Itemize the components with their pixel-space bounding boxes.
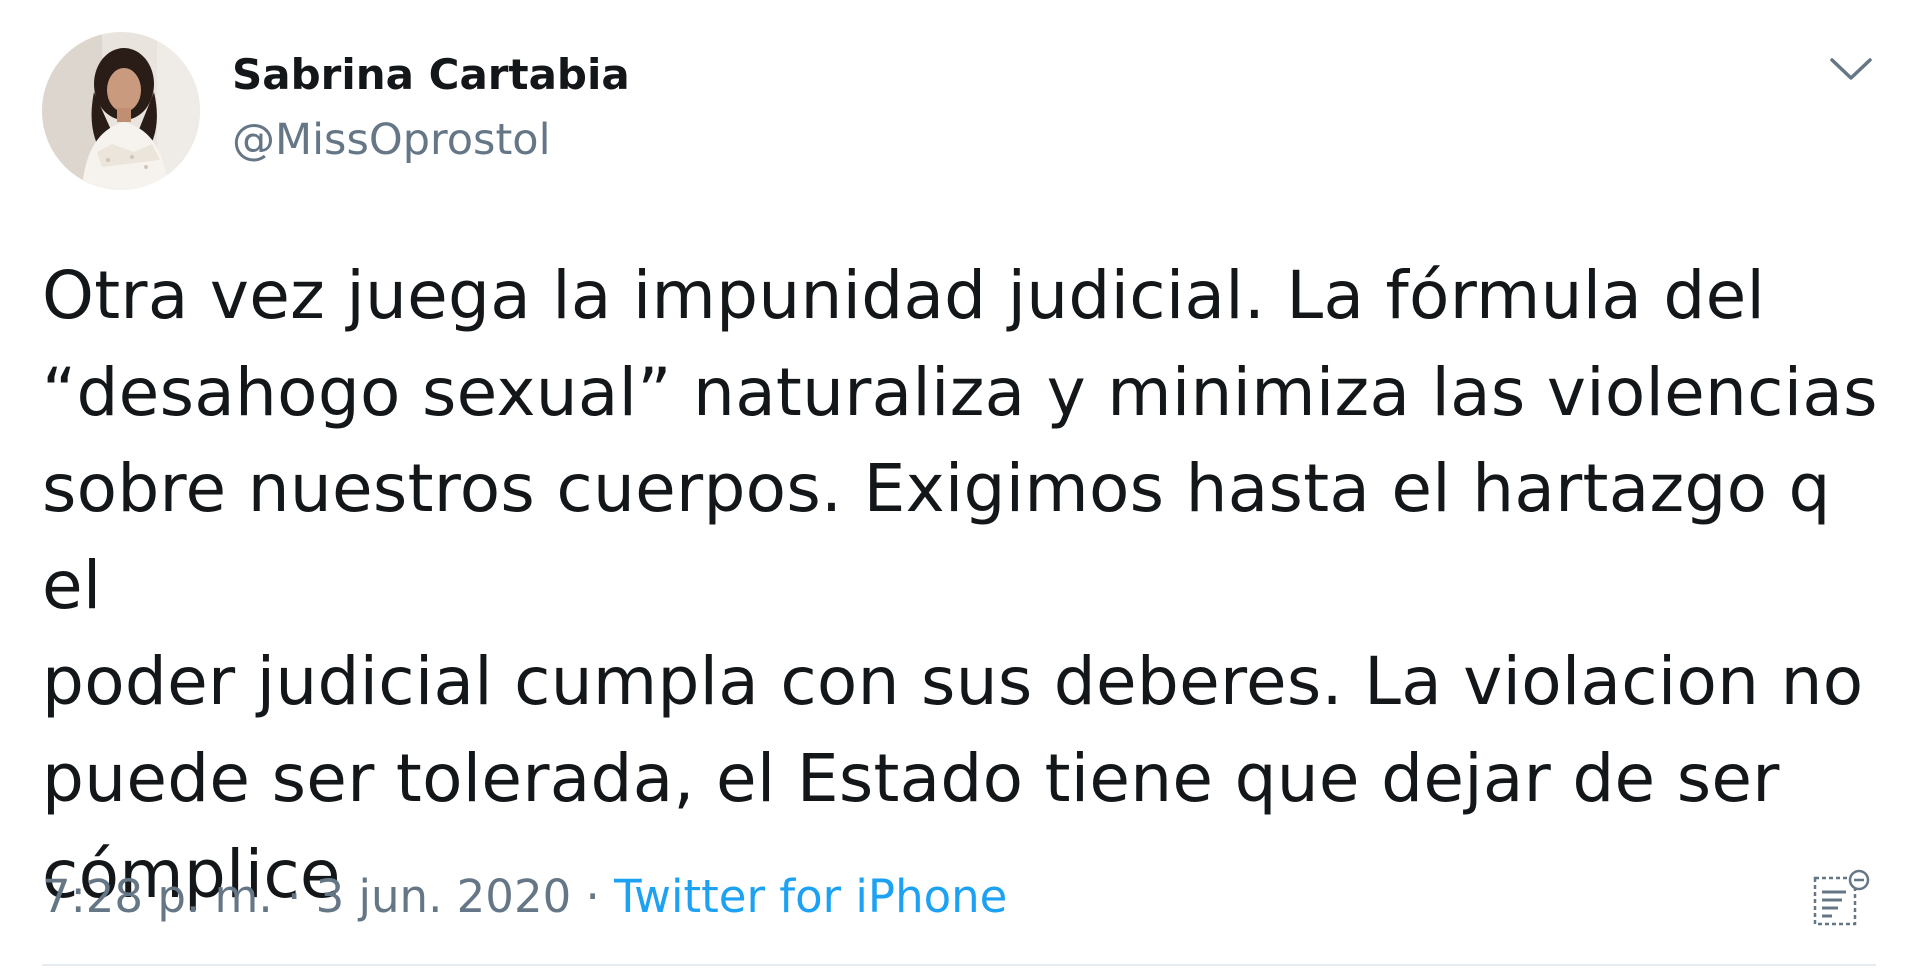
user-handle[interactable]: @MissOprostol [232,115,551,165]
analytics-icon[interactable] [1812,868,1872,930]
avatar[interactable] [42,32,200,190]
tweet-source-link[interactable]: Twitter for iPhone [614,870,1007,923]
tweet-date[interactable]: 3 jun. 2020 [316,870,572,923]
user-display-name[interactable]: Sabrina Cartabia [232,50,630,99]
divider [42,964,1876,966]
avatar-image [42,32,200,190]
tweet-card: Sabrina Cartabia @MissOprostol Otra vez … [0,0,1920,977]
meta-separator: · [272,870,316,923]
tweet-time[interactable]: 7:28 p. m. [42,870,273,923]
tweet-text: Otra vez juega la impunidad judicial. La… [42,257,1878,913]
chevron-down-icon[interactable] [1826,52,1876,86]
meta-separator: · [571,870,615,923]
tweet-metadata: 7:28 p. m. · 3 jun. 2020 · Twitter for i… [42,870,1007,923]
